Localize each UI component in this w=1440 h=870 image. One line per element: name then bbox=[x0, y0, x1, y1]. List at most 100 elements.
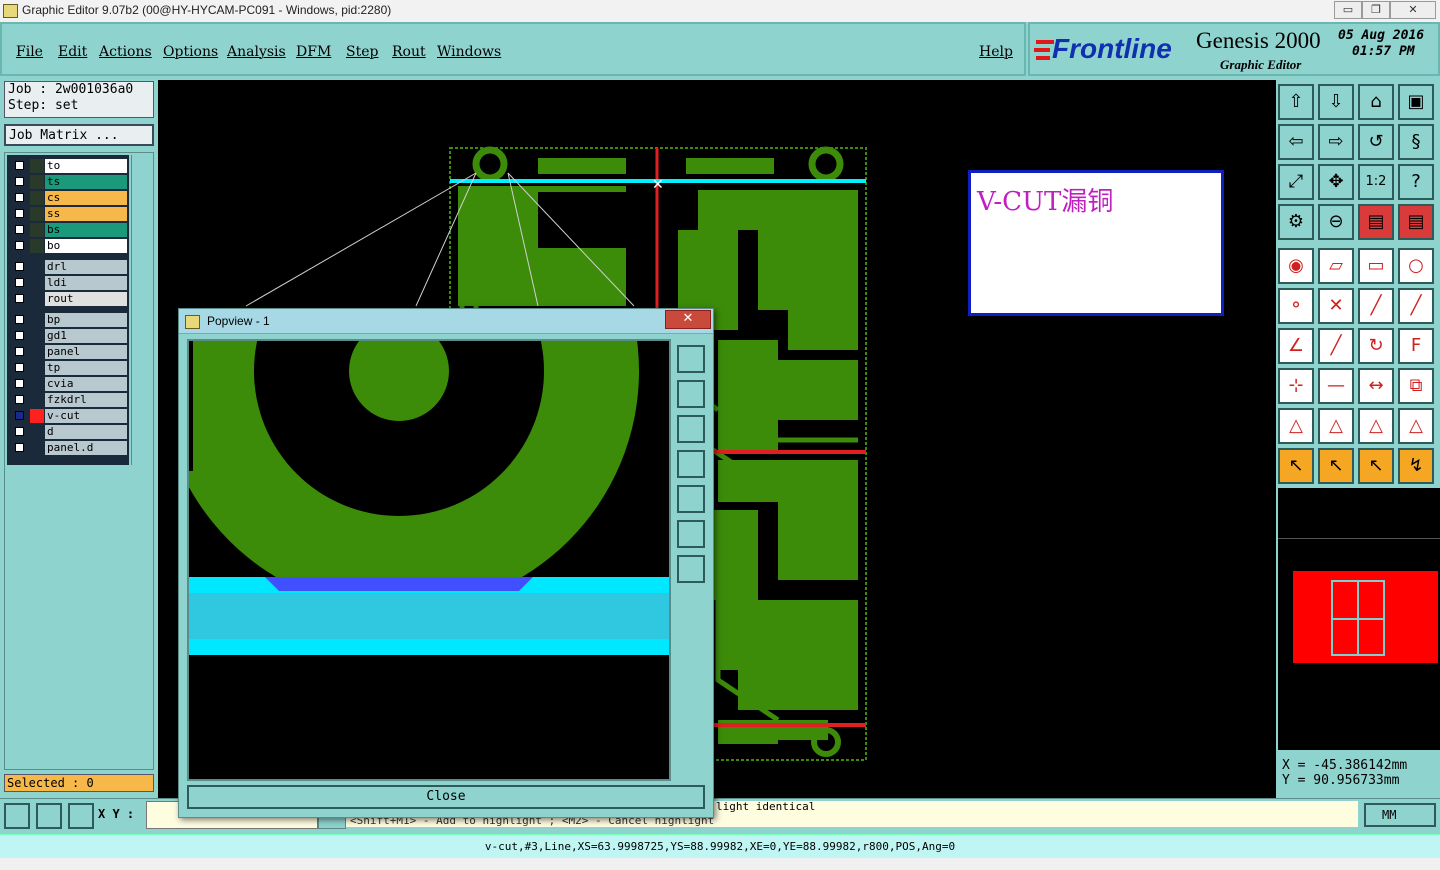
layer-checkbox[interactable] bbox=[15, 241, 24, 250]
triangle-d-icon[interactable]: △ bbox=[1398, 408, 1434, 444]
pointer-path-icon[interactable]: ↯ bbox=[1398, 448, 1434, 484]
layer-row-fzkdrl[interactable]: fzkdrl bbox=[11, 393, 129, 407]
layer-checkbox[interactable] bbox=[15, 209, 24, 218]
layer-checkbox[interactable] bbox=[15, 161, 24, 170]
pointer-icon[interactable]: ↖ bbox=[1278, 448, 1314, 484]
arc-icon[interactable]: ╱ bbox=[1398, 288, 1434, 324]
layer-row-v-cut[interactable]: v-cut bbox=[11, 409, 129, 423]
measure-icon[interactable] bbox=[36, 803, 62, 829]
popview-pan-icon[interactable] bbox=[677, 555, 705, 583]
units-selector[interactable]: MM bbox=[1364, 803, 1436, 827]
menu-edit[interactable]: Edit bbox=[58, 44, 87, 60]
menu-analysis[interactable]: Analysis bbox=[227, 44, 286, 60]
layer-row-panel.d[interactable]: panel.d bbox=[11, 441, 129, 455]
popview-left-icon[interactable] bbox=[677, 450, 705, 478]
overview-map[interactable] bbox=[1278, 488, 1440, 750]
layer-row-to[interactable]: to bbox=[11, 159, 129, 173]
layer-row-ldi[interactable]: ldi bbox=[11, 276, 129, 290]
angle-icon[interactable]: ∠ bbox=[1278, 328, 1314, 364]
minimize-button[interactable]: ▭ bbox=[1334, 1, 1362, 19]
close-window-button[interactable]: ✕ bbox=[1390, 1, 1436, 19]
node-icon[interactable]: ⚬ bbox=[1278, 288, 1314, 324]
cross-icon[interactable]: ✕ bbox=[1318, 288, 1354, 324]
job-matrix-button[interactable]: Job Matrix ... bbox=[4, 124, 154, 146]
snap-icon[interactable]: § bbox=[1398, 124, 1434, 160]
copy-icon[interactable]: ⧉ bbox=[1398, 368, 1434, 404]
layer-checkbox[interactable] bbox=[15, 443, 24, 452]
minus-icon[interactable]: — bbox=[1318, 368, 1354, 404]
layer-checkbox[interactable] bbox=[15, 177, 24, 186]
menu-actions[interactable]: Actions bbox=[99, 44, 152, 60]
layer-checkbox[interactable] bbox=[15, 363, 24, 372]
text-f-icon[interactable]: F bbox=[1398, 328, 1434, 364]
layer-checkbox[interactable] bbox=[15, 262, 24, 271]
home-icon[interactable]: ⌂ bbox=[1358, 84, 1394, 120]
popview-zoom-icon[interactable] bbox=[677, 345, 705, 373]
layer-row-panel[interactable]: panel bbox=[11, 345, 129, 359]
layer-checkbox[interactable] bbox=[15, 225, 24, 234]
layer-checkbox[interactable] bbox=[15, 347, 24, 356]
layer-checkbox[interactable] bbox=[15, 193, 24, 202]
layer-checkbox[interactable] bbox=[15, 395, 24, 404]
window-icon[interactable]: ▣ bbox=[1398, 84, 1434, 120]
layer-row-cs[interactable]: cs bbox=[11, 191, 129, 205]
undo-icon[interactable]: ↺ bbox=[1358, 124, 1394, 160]
triangle-c-icon[interactable]: △ bbox=[1358, 408, 1394, 444]
popview-down-icon[interactable] bbox=[677, 415, 705, 443]
layer-row-d[interactable]: d bbox=[11, 425, 129, 439]
layer-checkbox[interactable] bbox=[15, 315, 24, 324]
split-icon[interactable]: ⊹ bbox=[1278, 368, 1314, 404]
layer-out-icon[interactable]: ⇨ bbox=[1318, 124, 1354, 160]
pointer-box-icon[interactable]: ↖ bbox=[1318, 448, 1354, 484]
pointer-circle-icon[interactable]: ↖ bbox=[1358, 448, 1394, 484]
triangle-a-icon[interactable]: △ bbox=[1278, 408, 1314, 444]
pad-round-icon[interactable]: ○ bbox=[1398, 248, 1434, 284]
open-step-icon[interactable]: ⇧ bbox=[1278, 84, 1314, 120]
layer-row-drl[interactable]: drl bbox=[11, 260, 129, 274]
menu-step[interactable]: Step bbox=[346, 44, 378, 60]
menu-dfm[interactable]: DFM bbox=[296, 44, 331, 60]
slash-icon[interactable]: ╱ bbox=[1318, 328, 1354, 364]
zoom-area-icon[interactable] bbox=[4, 803, 30, 829]
rotate-icon[interactable]: ↻ bbox=[1358, 328, 1394, 364]
layer-checkbox[interactable] bbox=[15, 427, 24, 436]
edit-shape-icon[interactable]: ▱ bbox=[1318, 248, 1354, 284]
pad-icon[interactable]: ⊖ bbox=[1318, 204, 1354, 240]
layer-scrollbar[interactable] bbox=[131, 155, 152, 465]
triangle-b-icon[interactable]: △ bbox=[1318, 408, 1354, 444]
layer-row-bs[interactable]: bs bbox=[11, 223, 129, 237]
grid-icon[interactable] bbox=[68, 803, 94, 829]
layer-in-icon[interactable]: ⇦ bbox=[1278, 124, 1314, 160]
layer-row-bo[interactable]: bo bbox=[11, 239, 129, 253]
help-icon[interactable]: ? bbox=[1398, 164, 1434, 200]
layer-checkbox[interactable] bbox=[15, 278, 24, 287]
pan-icon[interactable]: ✥ bbox=[1318, 164, 1354, 200]
layer-row-cvia[interactable]: cvia bbox=[11, 377, 129, 391]
save-icon[interactable]: ⇩ bbox=[1318, 84, 1354, 120]
layers-a-icon[interactable]: ▤ bbox=[1358, 204, 1394, 240]
layer-checkbox[interactable] bbox=[15, 331, 24, 340]
popview-titlebar[interactable]: Popview - 1 ✕ bbox=[179, 309, 713, 334]
dimension-icon[interactable]: ↔ bbox=[1358, 368, 1394, 404]
menu-options[interactable]: Options bbox=[163, 44, 218, 60]
popview-canvas[interactable] bbox=[187, 339, 671, 781]
popview-up-icon[interactable] bbox=[677, 380, 705, 408]
layer-checkbox[interactable] bbox=[15, 411, 24, 420]
select-icon[interactable]: ◉ bbox=[1278, 248, 1314, 284]
restore-button[interactable]: ❐ bbox=[1362, 1, 1390, 19]
menu-rout[interactable]: Rout bbox=[392, 44, 426, 60]
measure-icon[interactable]: ▭ bbox=[1358, 248, 1394, 284]
popview-right-icon[interactable] bbox=[677, 485, 705, 513]
zoom-fit-icon[interactable]: ⤢ bbox=[1278, 164, 1314, 200]
layer-row-tp[interactable]: tp bbox=[11, 361, 129, 375]
layers-b-icon[interactable]: ▤ bbox=[1398, 204, 1434, 240]
layer-checkbox[interactable] bbox=[15, 379, 24, 388]
layer-row-gd1[interactable]: gd1 bbox=[11, 329, 129, 343]
layer-row-ss[interactable]: ss bbox=[11, 207, 129, 221]
popview-close-button[interactable]: Close bbox=[187, 785, 705, 809]
menu-windows[interactable]: Windows bbox=[437, 44, 501, 60]
layer-row-ts[interactable]: ts bbox=[11, 175, 129, 189]
layer-row-rout[interactable]: rout bbox=[11, 292, 129, 306]
ruler-icon[interactable]: ⚙ bbox=[1278, 204, 1314, 240]
popview-close-icon[interactable]: ✕ bbox=[665, 310, 711, 329]
